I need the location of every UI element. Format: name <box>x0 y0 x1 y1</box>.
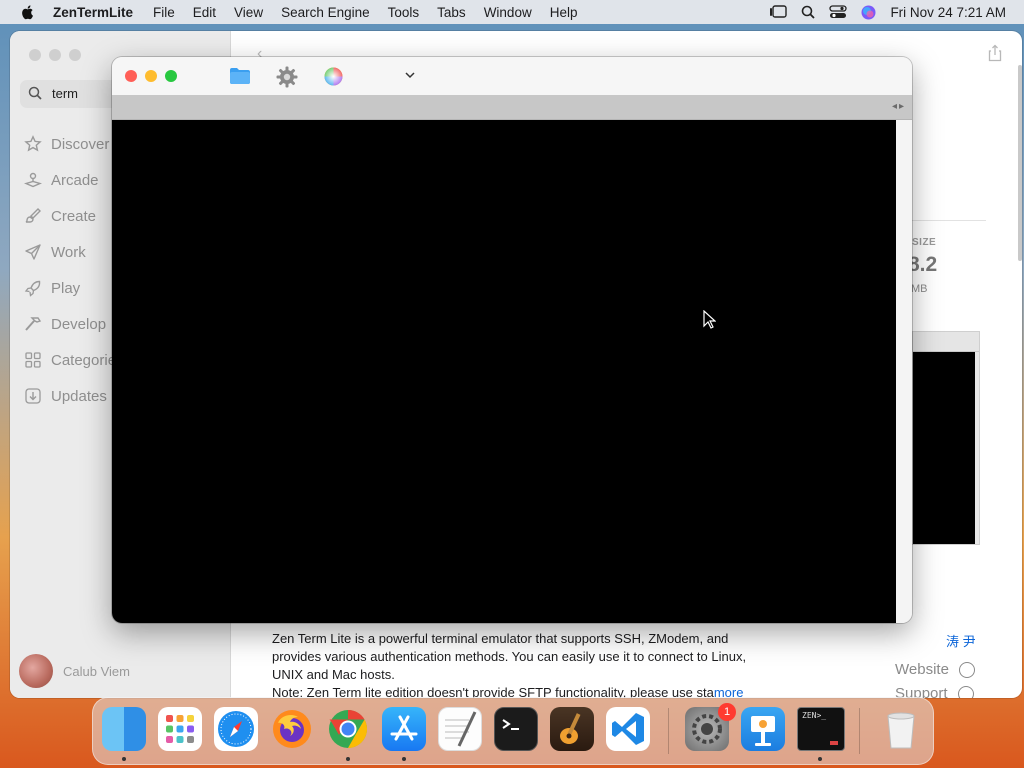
description-line: provides various authentication methods.… <box>272 649 747 664</box>
question-icon <box>957 685 974 698</box>
rocket-icon <box>24 280 41 297</box>
user-account[interactable]: Calub Viem <box>19 654 130 688</box>
firefox-icon[interactable] <box>270 707 314 751</box>
sidebar-item-label: Arcade <box>51 171 99 189</box>
vscode-icon[interactable] <box>606 707 650 751</box>
search-icon <box>28 86 42 100</box>
keynote-icon[interactable] <box>741 707 785 751</box>
sidebar-item-label: Play <box>51 279 81 297</box>
menu-app-name[interactable]: ZenTermLite <box>53 5 133 20</box>
size-unit: MB <box>911 283 928 295</box>
menu-search-engine[interactable]: Search Engine <box>281 5 370 20</box>
window-minimize-button[interactable] <box>49 49 61 61</box>
screenshot-thumbnail[interactable] <box>912 331 980 545</box>
stage-manager-icon[interactable] <box>769 5 788 19</box>
website-link[interactable]: Website <box>895 661 975 678</box>
sidebar-item-label: Create <box>51 207 97 225</box>
share-icon[interactable] <box>988 44 1002 62</box>
menu-tools[interactable]: Tools <box>388 5 420 20</box>
window-zoom-button[interactable] <box>165 70 177 82</box>
zenterm-window: ◂▸ <box>112 57 912 623</box>
joystick-icon <box>24 172 42 188</box>
description-line: UNIX and Mac hosts. <box>272 667 395 682</box>
terminal-scrollbar[interactable] <box>896 120 912 623</box>
textedit-icon[interactable] <box>438 707 482 751</box>
developer-link[interactable]: 涛 尹 <box>946 631 976 650</box>
finder-icon[interactable] <box>102 707 146 751</box>
running-indicator <box>122 757 126 761</box>
terminal-area[interactable] <box>112 120 896 623</box>
window-close-button[interactable] <box>29 49 41 61</box>
size-label: SIZE <box>912 237 937 248</box>
app-description: Zen Term Lite is a powerful terminal emu… <box>272 630 792 698</box>
menu-view[interactable]: View <box>234 5 263 20</box>
running-indicator <box>402 757 406 761</box>
brush-icon <box>25 208 41 223</box>
menu-edit[interactable]: Edit <box>193 5 216 20</box>
notification-badge: 1 <box>718 703 736 721</box>
siri-icon[interactable] <box>861 5 876 20</box>
paper-plane-icon <box>25 244 41 260</box>
scrollbar[interactable] <box>1018 65 1022 261</box>
zenterm-icon[interactable]: ZEN>_ <box>797 707 845 751</box>
dock: 1 ZEN>_ <box>92 697 934 765</box>
running-indicator <box>346 757 350 761</box>
menu-extras: Fri Nov 24 7:21 AM <box>769 0 1006 24</box>
chevron-down-icon[interactable] <box>405 72 415 79</box>
trash-icon[interactable] <box>879 707 923 751</box>
color-wheel-icon[interactable] <box>324 67 343 86</box>
search-icon[interactable] <box>801 5 816 19</box>
zenterm-tab-bar: ◂▸ <box>112 95 912 120</box>
mouse-cursor-icon <box>703 310 716 329</box>
tab-scroll-arrows[interactable]: ◂▸ <box>892 101 906 112</box>
terminal-icon[interactable] <box>494 707 538 751</box>
compass-icon <box>958 661 975 678</box>
download-icon <box>25 388 41 404</box>
menu-file[interactable]: File <box>153 5 175 20</box>
menu-tabs[interactable]: Tabs <box>437 5 466 20</box>
garageband-icon[interactable] <box>550 707 594 751</box>
window-zoom-button[interactable] <box>69 49 81 61</box>
sidebar-item-label: Updates <box>51 387 107 405</box>
running-indicator <box>818 757 822 761</box>
chrome-icon[interactable] <box>326 707 370 751</box>
menu-clock[interactable]: Fri Nov 24 7:21 AM <box>890 5 1006 20</box>
star-icon <box>24 135 42 152</box>
app-store-icon[interactable] <box>382 707 426 751</box>
hammer-icon <box>25 317 42 331</box>
zenterm-toolbar <box>112 57 912 96</box>
website-label: Website <box>895 661 949 678</box>
menu-help[interactable]: Help <box>550 5 578 20</box>
grid-icon <box>25 352 41 368</box>
zenterm-icon-text: ZEN>_ <box>802 711 827 720</box>
window-close-button[interactable] <box>125 70 137 82</box>
apple-icon[interactable] <box>20 4 36 20</box>
avatar <box>19 654 53 688</box>
size-value: 8.2 <box>908 253 938 276</box>
window-minimize-button[interactable] <box>145 70 157 82</box>
safari-icon[interactable] <box>214 707 258 751</box>
sidebar-item-label: Develop <box>51 315 107 333</box>
info-divider <box>912 220 986 221</box>
user-name: Calub Viem <box>63 663 130 679</box>
folder-icon[interactable] <box>229 67 251 85</box>
control-center-icon[interactable] <box>829 5 848 19</box>
search-input[interactable]: term <box>52 86 78 101</box>
dock-separator <box>859 708 860 754</box>
thumbnail-toolbar <box>913 332 979 352</box>
gear-icon[interactable] <box>276 66 298 88</box>
launchpad-icon[interactable] <box>158 707 202 751</box>
menu-bar: ZenTermLite File Edit View Search Engine… <box>0 0 1024 24</box>
dock-separator <box>668 708 669 754</box>
sidebar-item-label: Work <box>51 243 86 261</box>
thumbnail-terminal <box>913 352 975 544</box>
menu-window[interactable]: Window <box>484 5 532 20</box>
description-line: Zen Term Lite is a powerful terminal emu… <box>272 631 729 646</box>
sidebar-item-label: Discover <box>51 135 110 153</box>
